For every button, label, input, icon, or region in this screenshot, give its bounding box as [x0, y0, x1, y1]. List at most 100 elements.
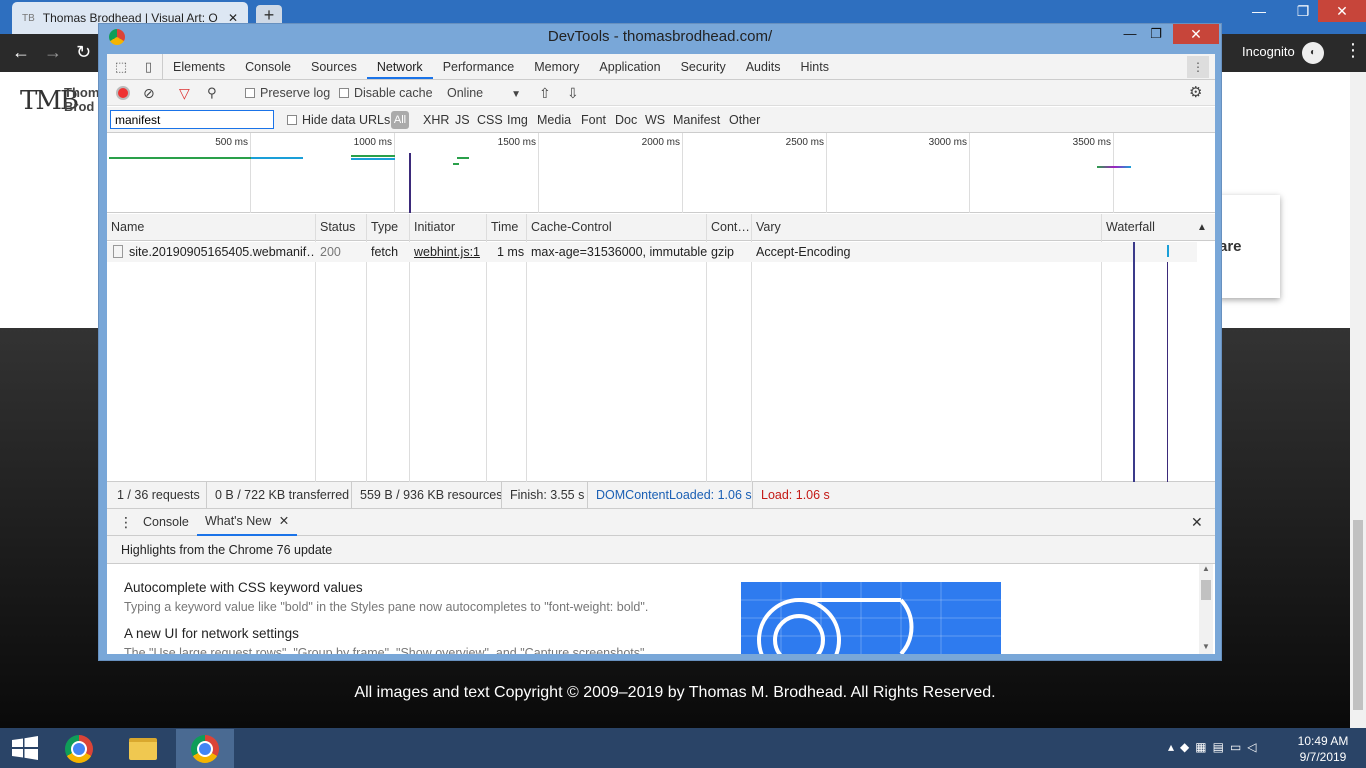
filter-type-other[interactable]: Other [729, 107, 760, 133]
preserve-log-checkbox[interactable]: Preserve log [245, 80, 330, 106]
devtools-restore-button[interactable]: ❐ [1139, 24, 1173, 44]
scroll-down-icon[interactable]: ▼ [1199, 642, 1213, 651]
back-arrow-icon[interactable]: ← [12, 42, 30, 63]
scroll-up-icon[interactable]: ▲ [1199, 564, 1213, 573]
close-icon[interactable]: ✕ [279, 514, 289, 528]
row-initiator-link[interactable]: webhint.js:1 [410, 242, 480, 262]
col-content-encoding[interactable]: Cont… [707, 214, 750, 241]
windows-start-icon[interactable] [12, 736, 38, 760]
whats-new-illustration[interactable] [741, 582, 1001, 654]
tab-application[interactable]: Application [589, 54, 670, 79]
tab-sources[interactable]: Sources [301, 54, 367, 79]
tab-network[interactable]: Network [366, 54, 433, 79]
network-overview[interactable]: 500 ms 1000 ms 1500 ms 2000 ms 2500 ms 3… [107, 133, 1215, 213]
inspect-element-icon[interactable]: ⬚ [107, 54, 135, 79]
devtools-tabbar: ⬚ ▯ Elements Console Sources Network Per… [107, 54, 1215, 80]
tab-hints[interactable]: Hints [790, 54, 838, 79]
filter-type-media[interactable]: Media [537, 107, 571, 133]
overview-tick-label: 2500 ms [785, 137, 824, 148]
search-icon[interactable]: ⚲ [207, 80, 217, 106]
preserve-log-box[interactable] [245, 88, 255, 98]
tab-security[interactable]: Security [671, 54, 736, 79]
overview-tick-label: 1500 ms [497, 137, 536, 148]
waterfall-load-line [1133, 242, 1135, 482]
filter-type-js[interactable]: JS [455, 107, 470, 133]
tab-memory[interactable]: Memory [524, 54, 589, 79]
drawer-tab-whats-new[interactable]: What's New ✕ [197, 509, 298, 536]
filter-type-ws[interactable]: WS [645, 107, 665, 133]
disable-cache-box[interactable] [339, 88, 349, 98]
overview-tick-label: 500 ms [215, 137, 248, 148]
device-toolbar-icon[interactable]: ▯ [135, 54, 163, 79]
network-icon[interactable]: ▦ [1195, 740, 1212, 754]
drawer-scrollbar[interactable]: ▲ ▼ [1199, 564, 1213, 654]
tab-performance[interactable]: Performance [433, 54, 525, 79]
battery-icon[interactable]: ▭ [1230, 740, 1247, 754]
drawer-tabbar: ⋮ Console What's New ✕ ✕ [107, 509, 1215, 536]
overview-tick-label: 3000 ms [928, 137, 967, 148]
devtools-window: DevTools - thomasbrodhead.com/ — ❐ ✕ ⬚ ▯… [98, 23, 1222, 661]
site-logo-text[interactable]: Thom Brod [64, 86, 99, 114]
tab-audits[interactable]: Audits [736, 54, 791, 79]
settings-gear-icon[interactable]: ⚙ [1189, 80, 1202, 106]
filter-type-font[interactable]: Font [581, 107, 606, 133]
window-close-button[interactable]: ✕ [1318, 0, 1366, 22]
overview-gridline [682, 133, 683, 213]
filter-type-css[interactable]: CSS [477, 107, 503, 133]
drawer-tab-console[interactable]: Console [143, 509, 189, 536]
filter-type-xhr[interactable]: XHR [423, 107, 449, 133]
clear-icon[interactable]: ⊘ [143, 80, 155, 106]
row-name-cell[interactable]: site.20190905165405.webmanif… [109, 242, 315, 262]
col-cache-control[interactable]: Cache-Control [527, 214, 612, 241]
drawer-scrollbar-thumb[interactable] [1201, 580, 1211, 600]
record-icon[interactable] [116, 86, 130, 100]
filter-type-img[interactable]: Img [507, 107, 528, 133]
devtools-menu-icon[interactable]: ⋮ [1187, 56, 1209, 78]
filter-icon[interactable]: ▽ [179, 80, 190, 106]
import-har-icon[interactable]: ⇧ [539, 80, 551, 106]
filter-type-all[interactable]: All [391, 111, 409, 129]
summary-resources: 559 B / 936 KB resources [351, 482, 502, 509]
col-name[interactable]: Name [107, 214, 144, 241]
incognito-icon[interactable]: ◐ [1302, 42, 1324, 64]
sort-ascending-icon[interactable]: ▲ [1193, 214, 1207, 241]
reload-icon[interactable]: ↻ [76, 42, 91, 63]
disable-cache-checkbox[interactable]: Disable cache [339, 80, 433, 106]
whats-new-item-title[interactable]: A new UI for network settings [124, 626, 299, 641]
page-scrollbar-thumb[interactable] [1353, 520, 1363, 710]
browser-menu-icon[interactable]: ⋮ [1344, 40, 1362, 61]
drawer-close-icon[interactable]: ✕ [1191, 509, 1203, 536]
taskbar-file-explorer[interactable] [114, 729, 172, 768]
disable-cache-label: Disable cache [354, 86, 433, 100]
action-center-icon[interactable]: ▤ [1213, 740, 1230, 754]
col-initiator[interactable]: Initiator [410, 214, 455, 241]
taskbar-clock[interactable]: 10:49 AM 9/7/2019 [1288, 733, 1358, 765]
whats-new-item-title[interactable]: Autocomplete with CSS keyword values [124, 580, 363, 595]
filter-input[interactable] [110, 110, 274, 129]
dropbox-icon[interactable]: ◆ [1180, 740, 1195, 754]
export-har-icon[interactable]: ⇩ [567, 80, 579, 106]
hide-data-urls-label: Hide data URLs [302, 113, 391, 127]
col-time[interactable]: Time [487, 214, 518, 241]
hide-data-urls-box[interactable] [287, 115, 297, 125]
filter-type-manifest[interactable]: Manifest [673, 107, 720, 133]
window-minimize-button[interactable]: — [1236, 0, 1282, 22]
tab-elements[interactable]: Elements [163, 54, 235, 79]
filter-type-doc[interactable]: Doc [615, 107, 637, 133]
drawer-menu-icon[interactable]: ⋮ [119, 509, 133, 536]
system-tray[interactable]: ▴◆▦▤▭◁ [1168, 740, 1263, 754]
throttling-select[interactable]: Online ▼ [447, 80, 521, 108]
devtools-close-button[interactable]: ✕ [1173, 24, 1219, 44]
tab-console[interactable]: Console [235, 54, 301, 79]
forward-arrow-icon[interactable]: → [44, 42, 62, 63]
folder-icon [129, 737, 157, 760]
col-waterfall[interactable]: Waterfall [1102, 214, 1155, 241]
taskbar-chrome-app-active[interactable] [176, 729, 234, 768]
col-status[interactable]: Status [316, 214, 355, 241]
hide-data-urls-checkbox[interactable]: Hide data URLs [287, 107, 390, 133]
tray-up-arrow-icon[interactable]: ▴ [1168, 740, 1180, 754]
volume-icon[interactable]: ◁ [1247, 740, 1262, 754]
taskbar-chrome-app[interactable] [50, 729, 108, 768]
col-type[interactable]: Type [367, 214, 398, 241]
col-vary[interactable]: Vary [752, 214, 781, 241]
